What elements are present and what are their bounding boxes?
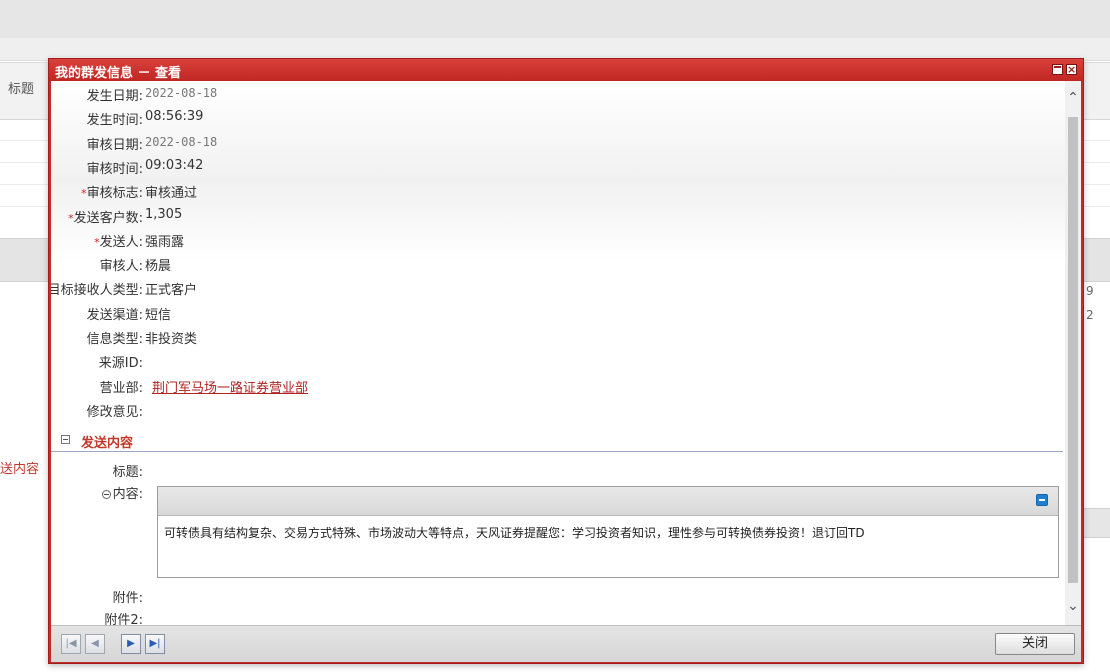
app-top-bar <box>0 0 1110 38</box>
field-label: 营业部: <box>99 380 143 396</box>
background-section-label: 送内容 <box>0 462 40 477</box>
subject-label: 标题: <box>112 465 143 480</box>
subject-row: 标题: <box>51 457 1051 480</box>
field-row: 发送渠道: 短信 <box>51 300 1051 323</box>
attachment2-row: 附件2: <box>51 605 1051 625</box>
field-row: 来源ID: <box>51 348 1051 372</box>
maximize-icon[interactable] <box>1052 64 1063 75</box>
field-row: *发送客户数: 1,305 <box>51 203 1051 226</box>
collapse-icon[interactable] <box>61 435 70 444</box>
field-label: *审核标志: <box>81 186 143 202</box>
field-label: 目标接收人类型: <box>51 283 143 299</box>
field-row: 审核日期: 2022-08-18 <box>51 130 1051 153</box>
content-textarea[interactable]: 可转债具有结构复杂、交易方式特殊、市场波动大等特点，天风证券提醒您：学习投资者知… <box>157 486 1059 578</box>
field-value: 短信 <box>145 307 172 323</box>
content-label: 内容: <box>101 483 143 502</box>
field-row: 审核时间: 09:03:42 <box>51 154 1051 177</box>
field-row: 目标接收人类型: 正式客户 <box>51 275 1051 299</box>
field-value: 09:03:42 <box>145 157 204 173</box>
field-row: *审核标志: 审核通过 <box>51 178 1051 202</box>
field-value: 1,305 <box>145 206 183 222</box>
minimize-icon[interactable] <box>1036 494 1048 506</box>
field-label: 修改意见: <box>86 404 143 420</box>
attachment-row: 附件: <box>51 583 1051 606</box>
field-label: 审核人: <box>99 259 143 275</box>
field-row: 营业部: 荆门军马场一路证券营业部 <box>51 373 1051 396</box>
field-value: 2022-08-18 <box>145 86 218 100</box>
scroll-up-icon[interactable]: ⌃ <box>1065 89 1081 107</box>
field-value: 2022-08-18 <box>145 134 218 149</box>
field-label: 审核日期: <box>86 137 143 153</box>
dialog-titlebar[interactable]: 我的群发信息 － 查看 × <box>49 59 1083 81</box>
dialog-content: 发生日期: 2022-08-18 发生时间: 08:56:39 审核日期: 2022-08… <box>51 81 1081 625</box>
section-title: 发送内容 <box>81 436 134 451</box>
field-value: 强雨露 <box>145 234 185 250</box>
field-label: 发送渠道: <box>86 307 143 323</box>
field-label: 发生时间: <box>86 113 143 129</box>
background-digit: 2 <box>1086 308 1094 322</box>
vertical-scrollbar[interactable]: ⌃ ⌄ <box>1065 81 1081 625</box>
attachment-label: 附件: <box>112 591 143 606</box>
background-digit: 9 <box>1086 284 1094 298</box>
field-row: 发生时间: 08:56:39 <box>51 105 1051 129</box>
section-header-send-content[interactable]: 发送内容 <box>51 429 1063 452</box>
close-icon[interactable]: × <box>1066 64 1077 75</box>
grid-column-title[interactable]: 标题 <box>8 78 34 97</box>
field-row: 修改意见: <box>51 397 1051 420</box>
field-label: 信息类型: <box>86 332 143 347</box>
field-label: 发生日期: <box>86 89 143 104</box>
dialog-footer: |◀ ◀ ▶ ▶| 关闭 <box>51 625 1081 662</box>
attachment2-label: 附件2: <box>104 613 143 625</box>
field-value: 审核通过 <box>145 186 198 202</box>
next-record-icon[interactable]: ▶ <box>121 634 141 654</box>
field-row: 信息类型: 非投资类 <box>51 324 1051 347</box>
field-row: 发生日期: 2022-08-18 <box>51 81 1051 104</box>
field-label: *发送客户数: <box>68 210 143 226</box>
scroll-thumb[interactable] <box>1068 117 1078 583</box>
content-box-toolbar <box>158 487 1058 516</box>
last-record-icon[interactable]: ▶| <box>145 634 165 654</box>
field-row: *发送人: 强雨露 <box>51 227 1051 250</box>
field-label: 来源ID: <box>98 356 143 372</box>
scroll-down-icon[interactable]: ⌄ <box>1065 597 1081 615</box>
field-row: 审核人: 杨晨 <box>51 251 1051 275</box>
close-button[interactable]: 关闭 <box>995 633 1075 655</box>
field-value: 杨晨 <box>145 259 172 275</box>
field-label: *发送人: <box>94 234 143 250</box>
branch-link[interactable]: 荆门军马场一路证券营业部 <box>152 377 308 396</box>
collapse-circle-icon[interactable] <box>101 490 111 499</box>
field-value: 正式客户 <box>145 283 198 299</box>
dialog-title: 我的群发信息 － 查看 <box>55 66 182 81</box>
first-record-icon[interactable]: |◀ <box>61 634 81 654</box>
previous-record-icon[interactable]: ◀ <box>85 634 105 654</box>
field-value: 非投资类 <box>145 332 198 347</box>
field-label: 审核时间: <box>86 161 143 177</box>
view-dialog: 我的群发信息 － 查看 × 发生日期: 2022-08-18 发生时间: 08:56:… <box>48 58 1084 664</box>
content-text: 可转债具有结构复杂、交易方式特殊、市场波动大等特点，天风证券提醒您：学习投资者知… <box>164 526 865 540</box>
field-value: 08:56:39 <box>145 109 204 125</box>
background-band <box>1080 508 1110 538</box>
